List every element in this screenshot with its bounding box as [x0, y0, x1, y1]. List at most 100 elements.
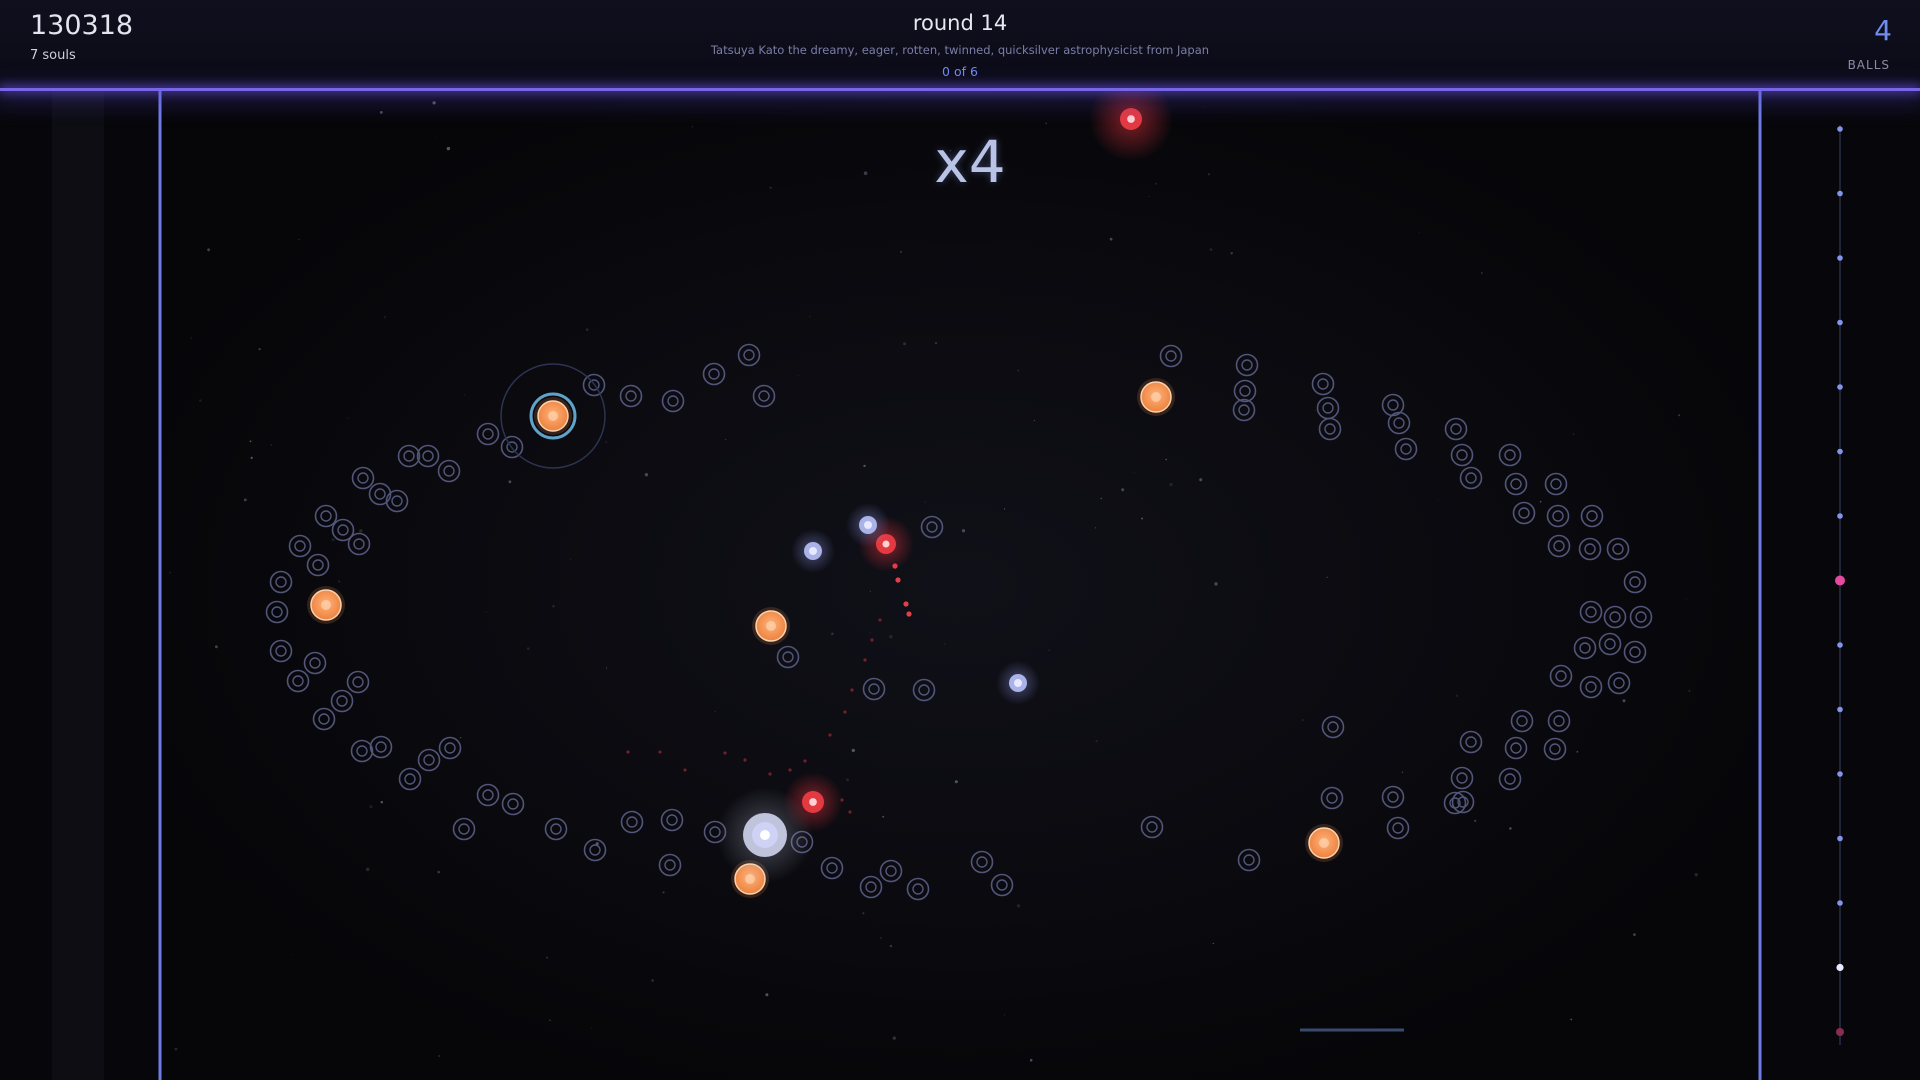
trail-particle	[906, 611, 912, 617]
star	[591, 1027, 592, 1029]
star	[691, 126, 693, 128]
star	[651, 979, 654, 982]
star	[1694, 873, 1698, 877]
star	[1209, 248, 1213, 251]
star	[1133, 472, 1135, 474]
star	[1314, 409, 1316, 411]
star	[1154, 182, 1157, 185]
star	[1474, 819, 1477, 823]
star	[1045, 122, 1048, 125]
star	[1203, 107, 1205, 108]
star	[1455, 694, 1459, 697]
left-gutter	[52, 90, 104, 1080]
star	[882, 815, 885, 818]
star	[1509, 827, 1512, 830]
star	[900, 250, 903, 253]
star	[1141, 517, 1144, 520]
star	[808, 315, 811, 318]
star	[1109, 237, 1113, 241]
star	[863, 464, 866, 468]
star	[1230, 252, 1233, 255]
star	[605, 441, 608, 443]
star	[869, 590, 871, 592]
ball-track-dot	[1837, 319, 1843, 326]
star	[1095, 740, 1098, 743]
orange-target-icon	[1305, 824, 1343, 862]
star	[169, 571, 172, 574]
star	[879, 937, 882, 939]
star	[1480, 272, 1483, 274]
trail-particle	[803, 759, 807, 763]
star	[1418, 231, 1420, 234]
ball-track-dot	[1837, 642, 1843, 648]
star	[1121, 488, 1125, 492]
star	[1401, 771, 1404, 773]
star	[331, 538, 335, 542]
star	[831, 632, 834, 636]
white-ball-icon[interactable]	[717, 787, 813, 883]
star	[1169, 482, 1173, 487]
star	[889, 635, 893, 639]
star	[1688, 690, 1691, 692]
star	[769, 186, 772, 189]
star	[432, 101, 436, 105]
star	[1199, 478, 1203, 482]
star	[961, 529, 966, 533]
trail-particle	[895, 577, 901, 583]
star	[765, 993, 769, 997]
star	[437, 870, 440, 874]
star	[1539, 500, 1542, 503]
ball-track-dot	[1835, 575, 1845, 586]
star	[549, 1019, 551, 1021]
star	[508, 480, 512, 484]
ball-track-dot	[1837, 706, 1843, 713]
star	[485, 611, 488, 613]
trail-particle	[878, 618, 882, 622]
star	[383, 316, 386, 319]
star	[438, 1055, 441, 1057]
star	[585, 328, 589, 331]
star	[1437, 499, 1439, 501]
round-subtitle: Tatsuya Kato the dreamy, eager, rotten, …	[710, 43, 1210, 57]
star	[250, 456, 253, 459]
star	[863, 171, 868, 175]
ball-track-dot	[1837, 771, 1843, 777]
orange-target-icon	[534, 397, 572, 435]
star	[662, 891, 665, 894]
trail-particle	[768, 772, 772, 776]
star	[944, 643, 946, 645]
star	[258, 348, 261, 351]
star	[249, 440, 252, 443]
trail-particle	[850, 688, 854, 692]
round-title: round 14	[912, 11, 1008, 35]
orange-target-icon	[752, 607, 790, 645]
star	[1302, 719, 1304, 721]
star	[869, 632, 871, 634]
star	[464, 394, 465, 396]
ball-track-dot	[1837, 513, 1843, 519]
star	[1095, 527, 1096, 529]
star	[1003, 1014, 1005, 1016]
star	[1148, 196, 1150, 197]
trail-particle	[863, 658, 867, 662]
star	[606, 667, 608, 669]
star	[851, 748, 855, 753]
star	[1622, 699, 1626, 703]
trail-particle	[828, 733, 832, 737]
star	[846, 778, 849, 782]
star	[1017, 369, 1020, 372]
star	[714, 711, 716, 712]
trail-particle	[903, 601, 909, 607]
trail-particle	[743, 758, 747, 762]
hud-divider	[0, 88, 1920, 91]
star	[526, 647, 530, 650]
star	[270, 444, 272, 446]
star	[291, 954, 293, 956]
star	[446, 146, 451, 151]
blue-ball-icon	[791, 529, 835, 573]
trail-particle	[658, 750, 662, 754]
orange-target-icon	[307, 586, 345, 624]
star	[379, 111, 383, 114]
star	[359, 529, 363, 533]
star	[954, 780, 958, 784]
